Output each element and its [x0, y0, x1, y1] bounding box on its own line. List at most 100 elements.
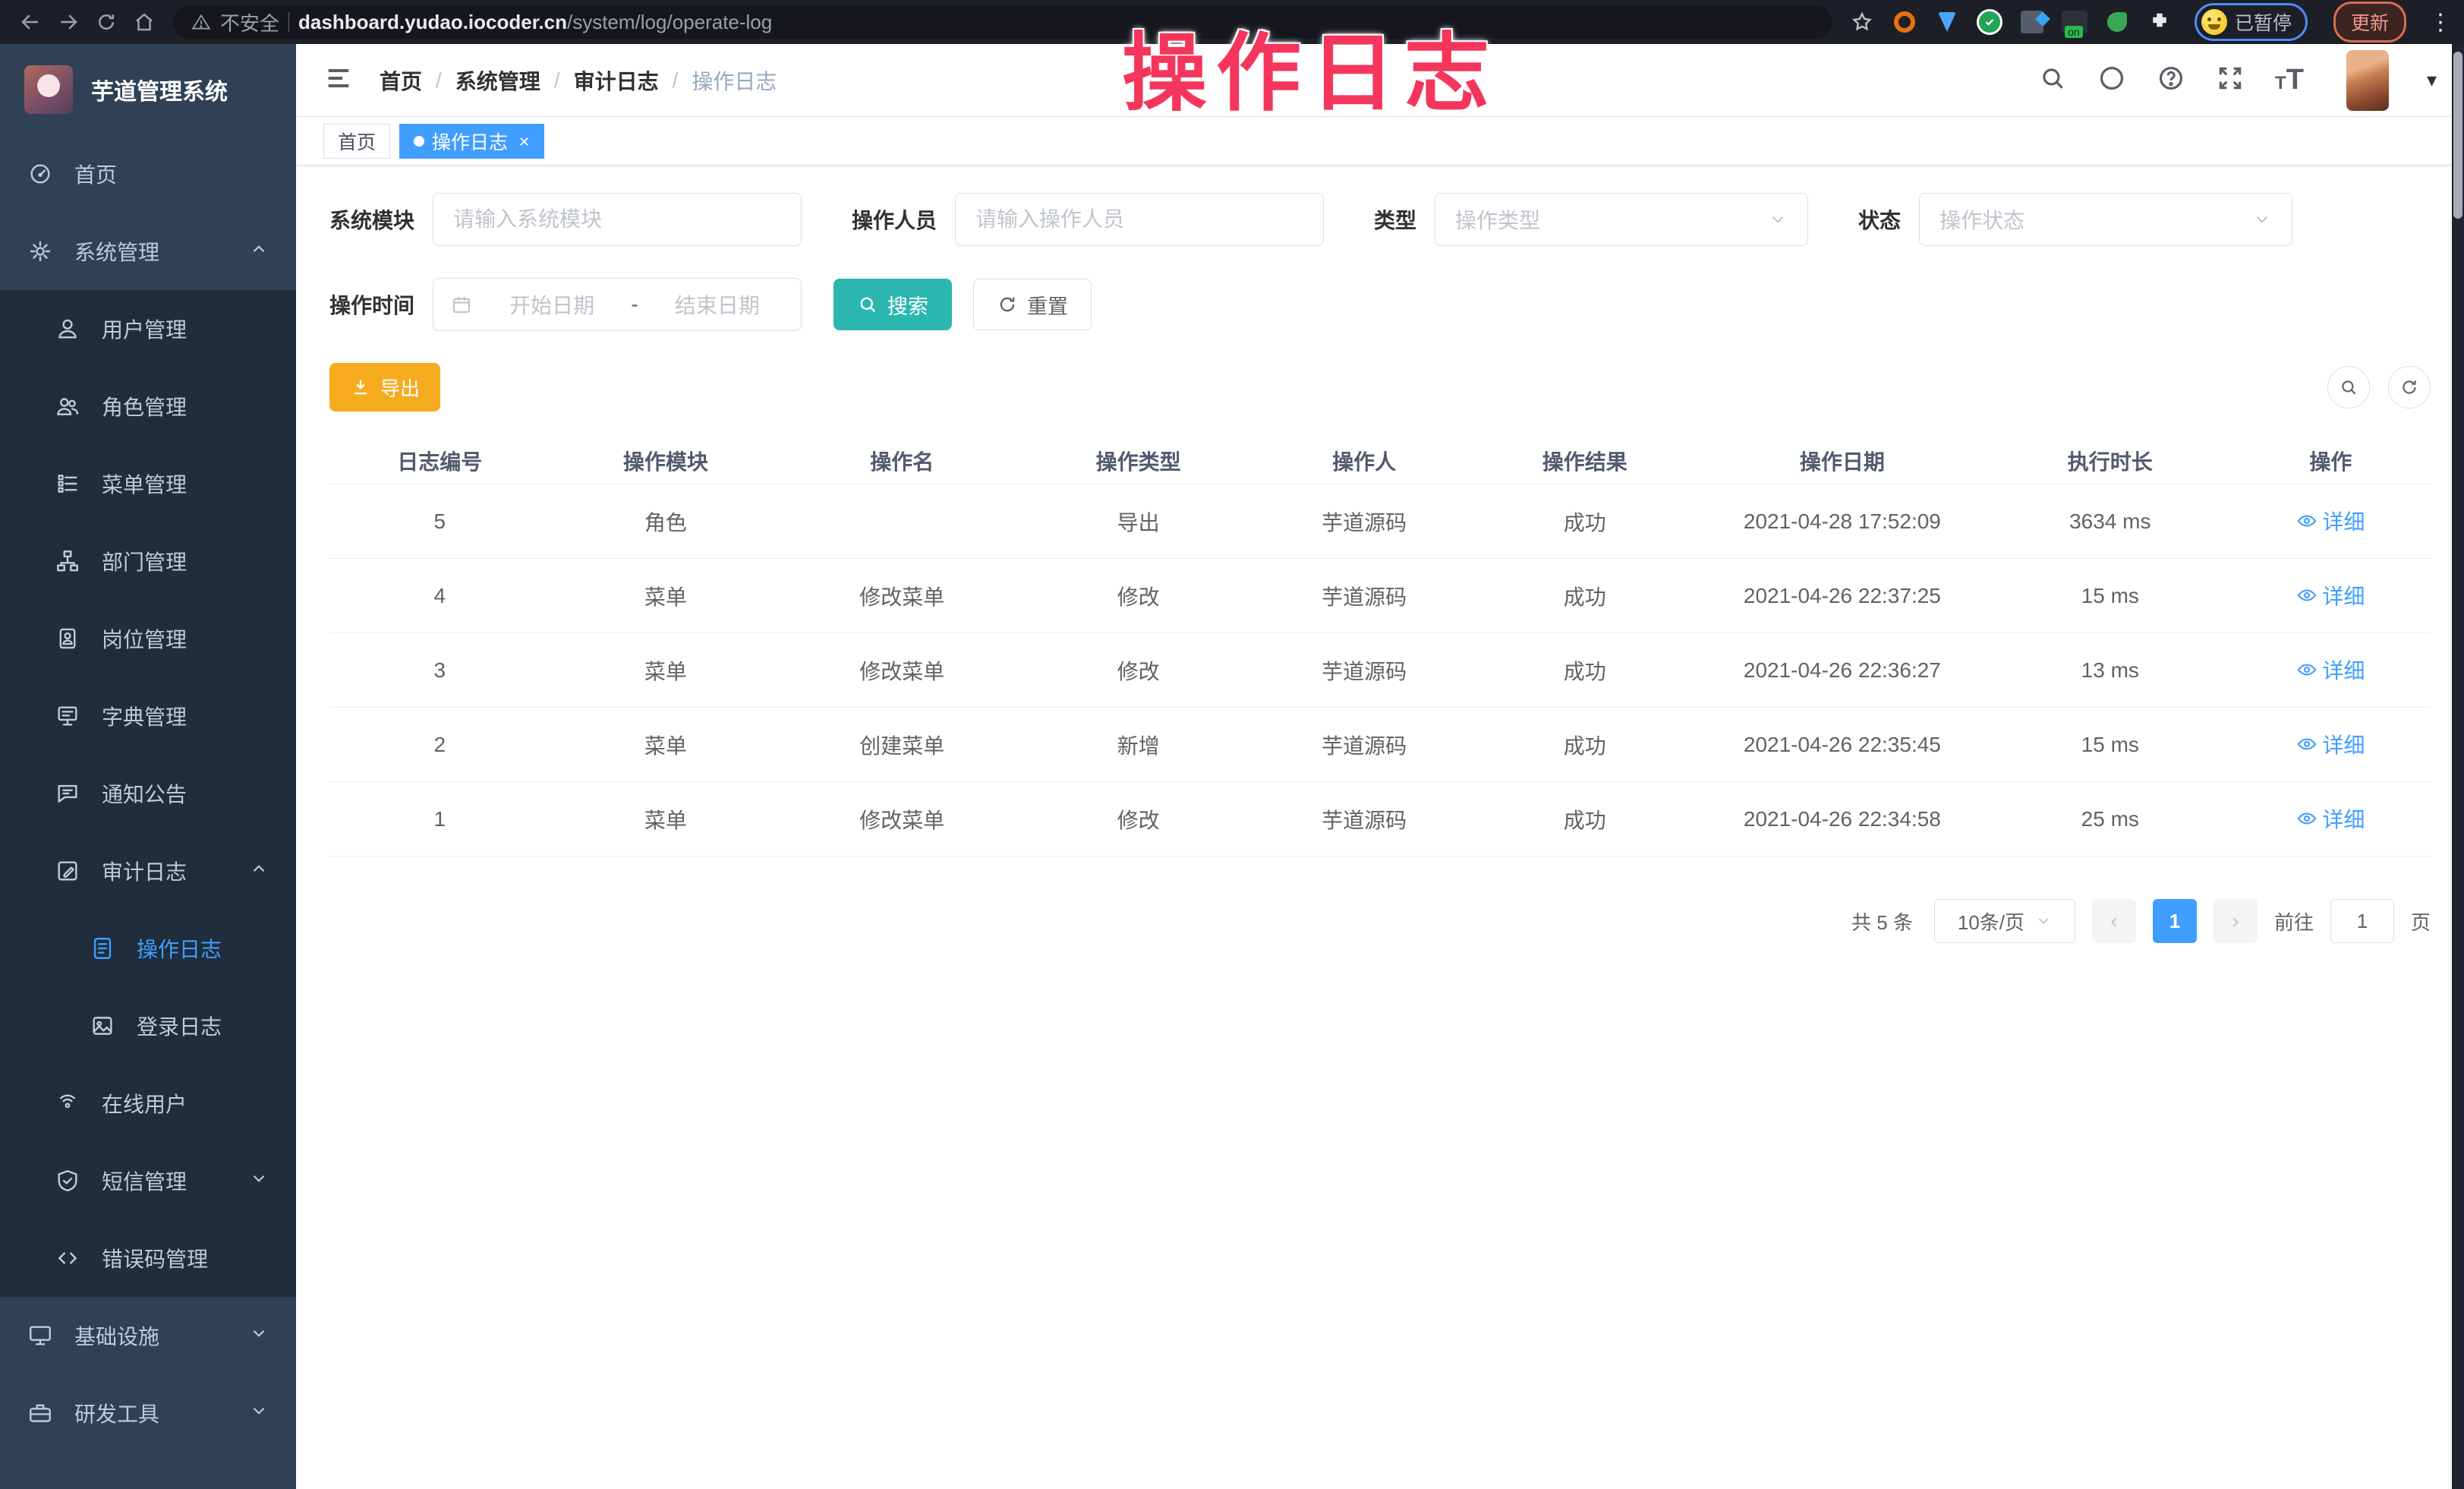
date-range-picker[interactable]: 开始日期 - 结束日期: [433, 278, 802, 331]
font-size-icon[interactable]: TT: [2275, 64, 2304, 96]
sidebar-item-4[interactable]: 菜单管理: [0, 445, 296, 522]
paused-badge[interactable]: 已暂停: [2195, 3, 2308, 41]
orange-ring-extension-icon[interactable]: [1891, 8, 1918, 36]
breadcrumb-item-1[interactable]: 系统管理: [455, 65, 540, 96]
cell-date: 2021-04-26 22:34:58: [1695, 807, 1990, 831]
module-input[interactable]: [433, 193, 802, 246]
update-button[interactable]: 更新: [2333, 2, 2406, 43]
bookmark-star-icon[interactable]: [1848, 8, 1876, 36]
chevron-up-icon: [249, 239, 269, 264]
emoji-face-icon: [2201, 9, 2227, 35]
refresh-table-button[interactable]: [2388, 366, 2431, 409]
type-select[interactable]: 操作类型: [1435, 193, 1808, 246]
cell-duration: 25 ms: [1990, 807, 2231, 831]
sidebar-item-12[interactable]: 在线用户: [0, 1065, 296, 1142]
current-page[interactable]: 1: [2153, 899, 2197, 943]
sidebar-item-15[interactable]: 基础设施: [0, 1297, 296, 1374]
tab-0[interactable]: 首页: [323, 124, 390, 159]
breadcrumb-item-3[interactable]: 操作日志: [692, 65, 777, 96]
fullscreen-icon[interactable]: [2216, 64, 2245, 96]
sidebar-item-label: 部门管理: [102, 546, 269, 576]
search-icon: [857, 294, 878, 315]
scrollbar-thumb[interactable]: [2453, 52, 2462, 219]
green-check-extension-icon[interactable]: [1976, 8, 2003, 36]
page-size-select[interactable]: 10条/页: [1934, 899, 2075, 943]
tab-1[interactable]: 操作日志: [399, 124, 544, 159]
next-page-button[interactable]: ›: [2214, 899, 2258, 943]
url-text[interactable]: dashboard.yudao.iocoder.cn/system/log/op…: [298, 11, 772, 34]
sidebar-item-5[interactable]: 部门管理: [0, 522, 296, 600]
cell-module: 菜单: [550, 581, 781, 611]
sidebar-item-6[interactable]: 岗位管理: [0, 600, 296, 677]
github-icon[interactable]: [2097, 64, 2126, 96]
security-label[interactable]: 不安全: [220, 8, 279, 36]
sidebar-item-1[interactable]: 系统管理: [0, 213, 296, 290]
eye-icon: [2296, 808, 2317, 829]
detail-link[interactable]: 详细: [2296, 580, 2365, 610]
leaf-extension-icon[interactable]: [2103, 8, 2131, 36]
table-toolbar: 导出: [329, 363, 2431, 412]
goto-page-input[interactable]: [2330, 899, 2394, 943]
cell-module: 菜单: [550, 730, 781, 760]
address-bar[interactable]: 不安全 dashboard.yudao.iocoder.cn/system/lo…: [173, 5, 1832, 39]
reload-icon[interactable]: [90, 5, 123, 39]
sidebar-item-13[interactable]: 短信管理: [0, 1142, 296, 1219]
hamburger-icon[interactable]: [323, 63, 354, 97]
chevron-up-icon: [249, 859, 269, 884]
avatar[interactable]: [2346, 50, 2389, 111]
cell-operator: 芋道源码: [1254, 581, 1475, 611]
search-button[interactable]: 搜索: [833, 279, 952, 330]
forward-icon[interactable]: [52, 5, 85, 39]
pin-extension-icon[interactable]: [1933, 8, 1961, 36]
detail-link[interactable]: 详细: [2296, 803, 2365, 834]
reset-button[interactable]: 重置: [973, 279, 1092, 330]
detail-link[interactable]: 详细: [2296, 729, 2365, 759]
cell-date: 2021-04-26 22:36:27: [1695, 658, 1990, 683]
detail-link[interactable]: 详细: [2296, 506, 2365, 536]
table-header-cell: 日志编号: [329, 446, 550, 476]
home-icon[interactable]: [128, 5, 161, 39]
toggle-search-button[interactable]: [2327, 366, 2370, 409]
puzzle-extension-icon[interactable]: [2146, 8, 2173, 36]
chevron-down-icon: [2035, 913, 2052, 929]
on-switch-extension-icon[interactable]: [2061, 8, 2088, 36]
chevron-down-icon: [1768, 210, 1788, 229]
sidebar-item-0[interactable]: 首页: [0, 135, 296, 213]
range-separator: -: [631, 292, 638, 317]
export-button[interactable]: 导出: [329, 363, 440, 412]
close-tab-icon[interactable]: [518, 131, 530, 151]
status-select[interactable]: 操作状态: [1919, 193, 2292, 246]
sidebar-logo-row[interactable]: 芋道管理系统: [0, 44, 296, 135]
detail-link[interactable]: 详细: [2296, 655, 2365, 685]
sidebar-item-10[interactable]: 操作日志: [0, 910, 296, 987]
squares-extension-icon[interactable]: [2018, 8, 2046, 36]
page-scrollbar[interactable]: [2452, 44, 2464, 1489]
sidebar-item-16[interactable]: 研发工具: [0, 1374, 296, 1452]
sidebar-item-11[interactable]: 登录日志: [0, 987, 296, 1065]
badge-icon: [55, 626, 80, 651]
monitor-icon: [27, 1323, 53, 1349]
breadcrumb-item-0[interactable]: 首页: [380, 65, 422, 96]
cell-operator: 芋道源码: [1254, 655, 1475, 686]
sidebar-item-3[interactable]: 角色管理: [0, 368, 296, 445]
cell-id: 2: [329, 733, 550, 757]
sidebar-item-9[interactable]: 审计日志: [0, 832, 296, 910]
sidebar-item-8[interactable]: 通知公告: [0, 755, 296, 832]
help-icon[interactable]: [2157, 64, 2185, 96]
sidebar-item-label: 审计日志: [102, 856, 228, 886]
sidebar-item-14[interactable]: 错误码管理: [0, 1219, 296, 1297]
back-icon[interactable]: [14, 5, 47, 39]
search-icon[interactable]: [2038, 64, 2067, 96]
breadcrumb-item-2[interactable]: 审计日志: [574, 65, 659, 96]
avatar-caret-icon[interactable]: [2427, 68, 2437, 92]
sidebar-item-2[interactable]: 用户管理: [0, 290, 296, 368]
cell-operator: 芋道源码: [1254, 804, 1475, 834]
sidebar-item-label: 错误码管理: [102, 1243, 269, 1273]
chat-icon: [55, 781, 80, 806]
sidebar-item-7[interactable]: 字典管理: [0, 677, 296, 755]
cell-result: 成功: [1475, 581, 1696, 611]
operator-input[interactable]: [955, 193, 1324, 246]
browser-menu-icon[interactable]: [2429, 9, 2450, 36]
prev-page-button[interactable]: ‹: [2092, 899, 2136, 943]
table-row-0: 5角色导出芋道源码成功2021-04-28 17:52:093634 ms详细: [329, 484, 2431, 559]
